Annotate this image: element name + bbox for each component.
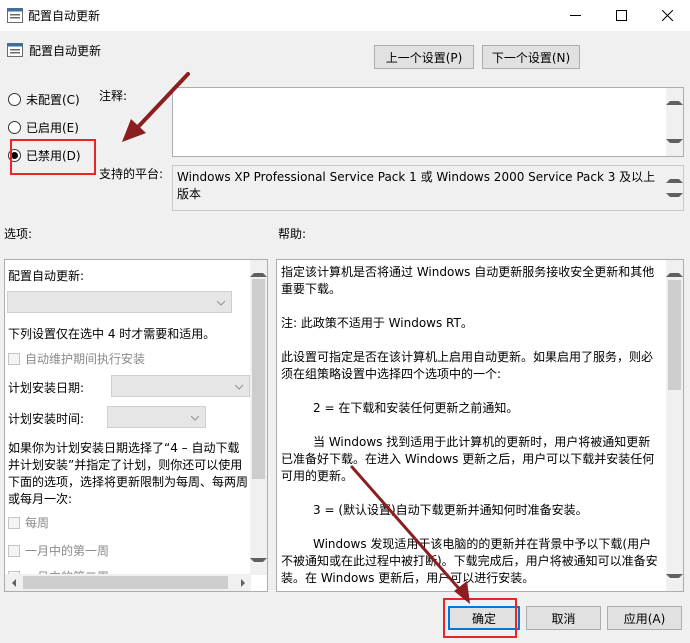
comment-scrollbar[interactable] — [666, 88, 683, 156]
arrow-up-icon — [250, 260, 267, 277]
help-paragraph: 3 = (默认设置)自动下载更新并通知何时准备安装。 — [313, 503, 588, 517]
title-bar: 配置自动更新 — [0, 0, 690, 31]
schedule-time-dropdown[interactable] — [107, 406, 206, 428]
scroll-up-button[interactable] — [666, 166, 683, 183]
help-paragraph: 指定该计算机是否将通过 Windows 自动更新服务接收安全更新和其他重要下载。 — [281, 265, 655, 296]
arrow-up-icon — [666, 88, 683, 105]
arrow-up-icon — [666, 260, 683, 277]
explanation-line: 如果你为计划安装日期选择了“4 – 自动下载 — [8, 441, 240, 455]
help-paragraph: Windows 发现适用于该电脑的的更新并在背景中予以下载(用户不被通知或在此过… — [281, 537, 658, 585]
chevron-down-icon — [217, 300, 225, 306]
minimize-icon — [569, 15, 581, 16]
platform-scrollbar[interactable] — [666, 166, 683, 210]
schedule-day-dropdown[interactable] — [111, 375, 250, 397]
scroll-down-button[interactable] — [250, 558, 267, 575]
maintenance-install-checkbox[interactable]: 自动维护期间执行安装 — [8, 350, 145, 367]
requirement-note: 下列设置仅在选中 4 时才需要和适用。 — [8, 327, 216, 341]
scroll-thumb[interactable] — [668, 280, 681, 390]
platform-label: 支持的平台: — [99, 167, 164, 181]
help-label: 帮助: — [278, 227, 307, 241]
radio-button[interactable] — [8, 121, 21, 134]
help-text: 指定该计算机是否将通过 Windows 自动更新服务接收安全更新和其他重要下载。… — [281, 264, 661, 591]
options-pane: 配置自动更新: 下列设置仅在选中 4 时才需要和适用。 自动维护期间执行安装 计… — [4, 259, 268, 592]
help-paragraph: 2 = 在下载和安装任何更新之前通知。 — [313, 401, 519, 415]
schedule-time-label: 计划安装时间: — [8, 412, 85, 426]
policy-settings-icon — [7, 8, 23, 23]
policy-icon — [7, 43, 23, 57]
platform-field: Windows XP Professional Service Pack 1 或… — [172, 165, 684, 211]
options-vertical-scrollbar[interactable] — [250, 260, 267, 575]
checkbox-box[interactable] — [8, 544, 20, 557]
help-paragraph: 注: 此政策不适用于 Windows RT。 — [281, 316, 473, 330]
maximize-icon — [615, 10, 627, 21]
options-horizontal-scrollbar[interactable] — [5, 574, 251, 591]
radio-button[interactable] — [8, 93, 21, 106]
policy-name: 配置自动更新 — [29, 44, 102, 58]
arrow-down-icon — [666, 193, 683, 210]
platform-value: Windows XP Professional Service Pack 1 或… — [177, 170, 656, 201]
cancel-button[interactable]: 取消 — [526, 606, 601, 630]
annotation-highlight-ok — [443, 598, 517, 638]
weekly-checkbox[interactable]: 每周 — [8, 514, 49, 531]
checkbox-label: 每周 — [25, 516, 50, 530]
window-title: 配置自动更新 — [28, 9, 101, 23]
scroll-up-button[interactable] — [666, 88, 683, 105]
scroll-thumb[interactable] — [23, 576, 228, 589]
explanation-line: 下面的选项，选择将更新限制为每周、每两周 — [8, 475, 249, 489]
scroll-down-button[interactable] — [666, 193, 683, 210]
next-setting-button[interactable]: 下一个设置(N) — [482, 45, 580, 69]
scroll-thumb[interactable] — [252, 279, 265, 479]
close-icon — [661, 10, 673, 21]
help-paragraph: 当 Windows 找到适用于此计算机的更新时，用户将被通知更新已准备好下载。在… — [281, 435, 655, 483]
radio-label: 未配置(C) — [26, 93, 80, 107]
scroll-right-button[interactable] — [234, 574, 251, 591]
explanation-line: 或每月一次: — [8, 492, 73, 506]
radio-not-configured[interactable]: 未配置(C) — [8, 91, 80, 108]
comment-textarea[interactable] — [172, 87, 684, 157]
help-pane: 指定该计算机是否将通过 Windows 自动更新服务接收安全更新和其他重要下载。… — [276, 259, 684, 592]
chevron-down-icon — [191, 415, 199, 421]
radio-label: 已启用(E) — [26, 121, 79, 135]
scroll-up-button[interactable] — [250, 260, 267, 277]
maximize-button[interactable] — [598, 0, 644, 31]
configure-updates-dropdown[interactable] — [7, 291, 232, 313]
arrow-right-icon — [240, 578, 245, 587]
apply-button[interactable]: 应用(A) — [607, 606, 682, 630]
annotation-highlight-disabled — [10, 139, 96, 175]
configure-updates-label: 配置自动更新: — [8, 269, 85, 283]
arrow-down-icon — [250, 558, 267, 575]
comment-label: 注释: — [99, 89, 128, 103]
scroll-left-button[interactable] — [5, 574, 22, 591]
scroll-up-button[interactable] — [666, 260, 683, 277]
help-scrollbar[interactable] — [666, 260, 683, 591]
chevron-down-icon — [235, 384, 243, 390]
schedule-day-label: 计划安装日期: — [8, 381, 85, 395]
arrow-up-icon — [666, 166, 683, 183]
arrow-down-icon — [666, 574, 683, 591]
checkbox-label: 自动维护期间执行安装 — [25, 352, 146, 366]
options-label: 选项: — [4, 227, 33, 241]
explanation-line: 并计划安装”并指定了计划，则你还可以使用 — [8, 458, 243, 472]
checkbox-box[interactable] — [8, 352, 20, 365]
checkbox-box[interactable] — [8, 516, 20, 529]
close-button[interactable] — [644, 0, 690, 31]
arrow-down-icon — [666, 139, 683, 156]
checkbox-label: 一月中的第一周 — [25, 544, 110, 558]
scroll-down-button[interactable] — [666, 139, 683, 156]
arrow-left-icon — [11, 578, 16, 587]
radio-enabled[interactable]: 已启用(E) — [8, 119, 79, 136]
help-paragraph: 此设置可指定是否在该计算机上启用自动更新。如果启用了服务，则必须在组策略设置中选… — [281, 350, 654, 381]
first-week-checkbox[interactable]: 一月中的第一周 — [8, 542, 109, 559]
scroll-down-button[interactable] — [666, 574, 683, 591]
minimize-button[interactable] — [552, 0, 598, 31]
schedule-explanation: 如果你为计划安装日期选择了“4 – 自动下载 并计划安装”并指定了计划，则你还可… — [8, 440, 253, 508]
previous-setting-button[interactable]: 上一个设置(P) — [374, 45, 474, 69]
